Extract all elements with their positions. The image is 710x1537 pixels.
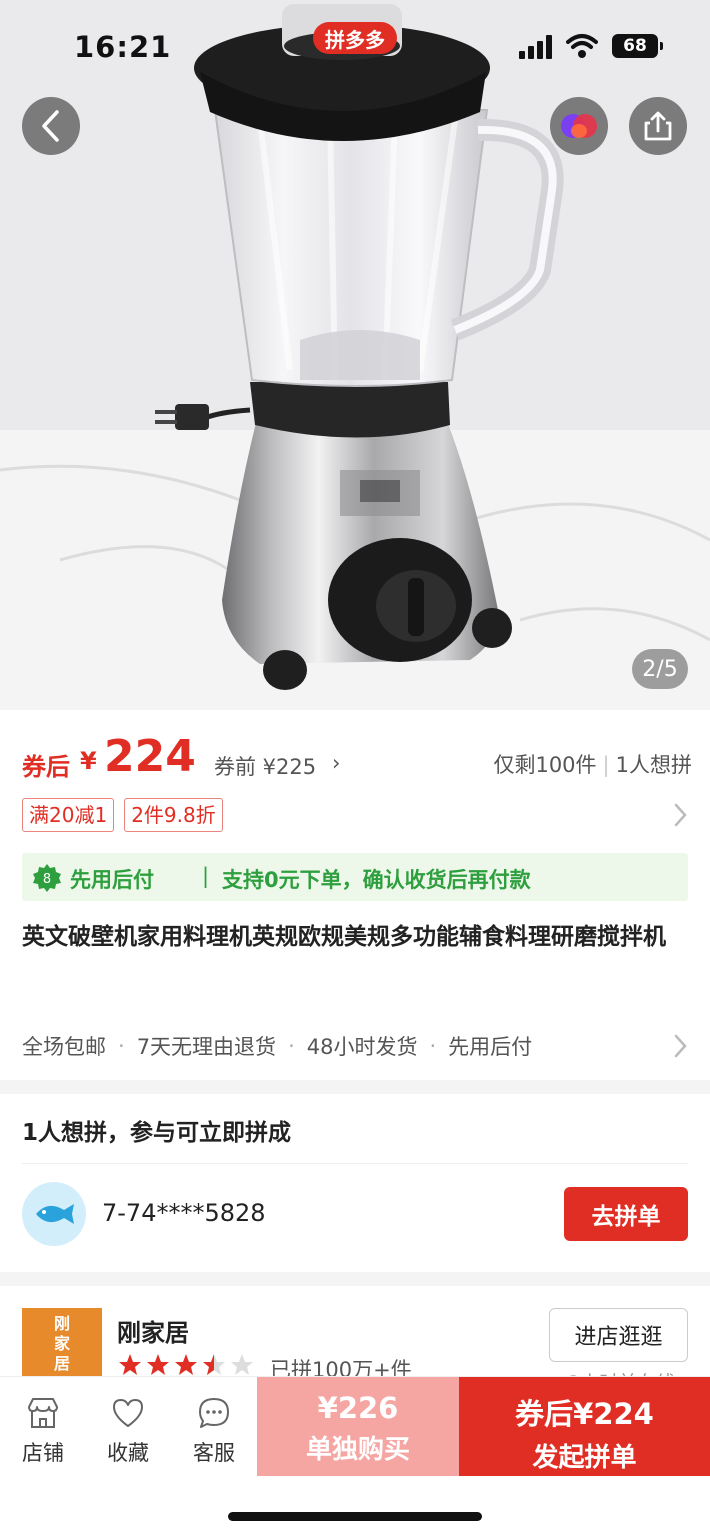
stock-divider: | [602, 753, 610, 777]
cellular-signal-icon [519, 35, 555, 59]
chevron-right-icon: › [332, 751, 341, 775]
nav-customer-service-label: 客服 [193, 1441, 235, 1465]
pay-later-divider: | [202, 864, 210, 888]
status-bar: 16:21 拼多多 68 [0, 0, 710, 96]
pre-coupon-price-link[interactable]: 券前 ¥225 [214, 751, 316, 781]
star-full-icon [147, 1354, 169, 1375]
pay-later-description: 支持0元下单，确认收货后再付款 [222, 868, 531, 892]
avatar [22, 1182, 86, 1246]
stock-remaining: 仅剩100件 [493, 753, 597, 777]
promo-tag[interactable]: 2件9.8折 [124, 798, 223, 832]
battery-icon: 68 [612, 34, 663, 58]
product-image-gallery[interactable]: 16:21 拼多多 68 2/5 [0, 0, 710, 710]
visit-shop-button[interactable]: 进店逛逛 [549, 1308, 688, 1362]
nav-favorite[interactable]: 收藏 [91, 1395, 165, 1475]
solo-label: 单独购买 [305, 1435, 410, 1465]
brand-badge: 拼多多 [313, 22, 397, 54]
group-buy-heading: 1人想拼，参与可立即拼成 [22, 1120, 292, 1146]
section-divider [0, 1080, 710, 1094]
group-user-name: 7-74****5828 [102, 1199, 266, 1227]
shop-logo[interactable]: 刚家居 [22, 1308, 102, 1380]
star-full-icon [119, 1354, 141, 1375]
service-guarantees[interactable]: 全场包邮 · 7天无理由退货 · 48小时发货 · 先用后付 [22, 1029, 692, 1063]
promo-tag[interactable]: 满20减1 [22, 798, 115, 832]
currency-symbol: ¥ [80, 747, 97, 775]
nav-store-label: 店铺 [22, 1441, 64, 1465]
service-item: 48小时发货 [306, 1035, 418, 1059]
nav-favorite-label: 收藏 [107, 1441, 149, 1465]
wanting-count: 1人想拼 [615, 753, 692, 777]
star-half-icon [203, 1354, 225, 1375]
service-item: 先用后付 [448, 1035, 533, 1059]
back-button[interactable] [22, 97, 80, 155]
status-time: 16:21 [74, 30, 172, 64]
blender-product-photo [0, 0, 710, 710]
divider-line [22, 1163, 688, 1164]
chevron-right-icon[interactable] [670, 802, 690, 828]
nav-customer-service[interactable]: 客服 [177, 1395, 251, 1475]
pay-later-badge-icon: 8 [33, 864, 61, 892]
shop-logo-text: 刚家居 [53, 1314, 70, 1373]
shop-name[interactable]: 刚家居 [117, 1313, 189, 1348]
star-empty-icon [231, 1354, 253, 1375]
chat-icon [199, 1398, 229, 1428]
chevron-right-icon[interactable] [670, 1033, 690, 1059]
share-icon [644, 111, 672, 141]
star-full-icon [175, 1354, 197, 1375]
chevron-left-icon [42, 110, 59, 142]
coupon-price: 224 [104, 731, 196, 782]
store-icon [28, 1398, 58, 1428]
group-price: 券后¥224 [515, 1397, 654, 1431]
service-item: 7天无理由退货 [136, 1035, 277, 1059]
share-button[interactable] [629, 97, 687, 155]
product-title: 英文破壁机家用料理机英规欧规美规多功能辅食料理研磨搅拌机 [22, 924, 666, 950]
home-indicator[interactable] [228, 1512, 482, 1521]
pay-later-banner[interactable]: 8 先用后付 | 支持0元下单，确认收货后再付款 [22, 853, 688, 901]
service-separator: · [288, 1034, 295, 1058]
start-group-buy-button[interactable]: 券后¥224 发起拼单 [459, 1377, 710, 1476]
buy-alone-button[interactable]: ¥226 单独购买 [257, 1377, 459, 1476]
price-row: 券后 ¥ 224 券前 ¥225 › 仅剩100件 | 1人想拼 [22, 731, 692, 789]
nav-store[interactable]: 店铺 [6, 1395, 80, 1475]
image-counter: 2/5 [632, 649, 688, 689]
promo-tags[interactable]: 满20减1 2件9.8折 [22, 798, 223, 832]
join-group-button[interactable]: 去拼单 [564, 1187, 688, 1241]
wifi-icon [566, 34, 598, 58]
service-separator: · [429, 1034, 437, 1058]
fish-avatar-icon [36, 1204, 74, 1224]
colorful-promo-icon [561, 114, 597, 138]
pay-later-title: 先用后付 [70, 868, 154, 892]
section-divider [0, 1272, 710, 1286]
service-separator: · [118, 1034, 125, 1058]
stock-info: 仅剩100件 | 1人想拼 [493, 749, 692, 779]
solo-price: ¥226 [317, 1391, 399, 1425]
service-item: 全场包邮 [22, 1035, 106, 1059]
heart-icon [113, 1399, 143, 1427]
promo-button[interactable] [550, 97, 608, 155]
group-label: 发起拼单 [532, 1443, 637, 1473]
coupon-price-prefix: 券后 [22, 753, 70, 781]
svg-text:8: 8 [43, 872, 51, 887]
